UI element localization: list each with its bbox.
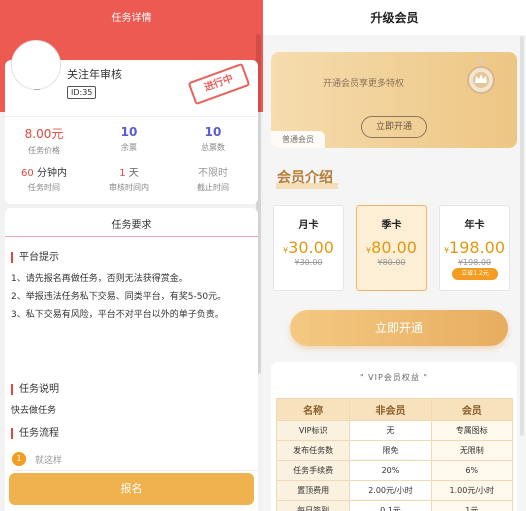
plan-card-quarter[interactable]: 季卡 ¥80.00 ¥80.00 bbox=[356, 205, 427, 291]
plan-price: ¥30.00 bbox=[274, 238, 343, 257]
section-notice-title: 平台提示 bbox=[11, 252, 59, 263]
stat-number: 1 bbox=[119, 168, 126, 179]
notice-line: 1、请先报名再做任务，否则无法获得赏金。 bbox=[11, 274, 188, 284]
step-number-badge: 1 bbox=[12, 452, 26, 466]
save-badge: 立省1.2元 bbox=[452, 268, 498, 280]
plan-original-price: ¥80.00 bbox=[377, 258, 406, 267]
stat-value: 10 bbox=[204, 125, 222, 139]
plan-price: ¥198.00 bbox=[440, 238, 509, 257]
stat-label: 截止时间 bbox=[197, 183, 229, 192]
stat-label: 余票 bbox=[121, 143, 137, 152]
plan-name: 月卡 bbox=[298, 220, 319, 231]
divider bbox=[12, 470, 258, 471]
divider bbox=[5, 116, 258, 117]
benefits-title: " VIP会员权益 " bbox=[359, 373, 429, 382]
stat-total: 10 总票数 bbox=[173, 125, 253, 153]
task-id-badge: ID:35 bbox=[67, 86, 97, 99]
table-cell: 专属图标 bbox=[430, 420, 514, 441]
signup-button[interactable]: 报名 bbox=[9, 473, 254, 505]
page-title: 升级会员 bbox=[370, 11, 419, 25]
section-flow-title: 任务流程 bbox=[11, 428, 59, 439]
plan-original-price: ¥198.00 bbox=[457, 258, 492, 267]
table-cell: 无 bbox=[349, 420, 432, 441]
table-cell: 20% bbox=[349, 460, 432, 481]
stat-value: 不限时 bbox=[198, 168, 228, 179]
plan-price: ¥80.00 bbox=[357, 238, 426, 257]
table-row: 每日签到 0.1元 1元 bbox=[275, 500, 514, 511]
stat-label: 任务时间 bbox=[28, 183, 60, 192]
column-header: 非会员 bbox=[349, 398, 432, 421]
section-desc-title: 任务说明 bbox=[11, 384, 59, 395]
stat-number: 60 bbox=[21, 168, 34, 179]
table-cell: 无限制 bbox=[430, 440, 514, 461]
price-value: 30.00 bbox=[288, 238, 334, 257]
table-cell: 1.00元/小时 bbox=[430, 480, 514, 501]
banner-text: 开通会员享更多特权 bbox=[323, 79, 405, 89]
table-cell: 任务手续费 bbox=[275, 460, 351, 481]
price-value: 198.00 bbox=[449, 238, 506, 257]
plan-name: 季卡 bbox=[381, 220, 402, 231]
stat-label: 总票数 bbox=[201, 143, 225, 152]
stat-value: 60 分钟内 bbox=[4, 164, 84, 179]
stat-review-time: 1 天 审核时间内 bbox=[89, 164, 169, 193]
notice-text: 1、请先报名再做任务，否则无法获得赏金。 2、举报违法任务私下交易、同类平台，有… bbox=[11, 270, 249, 324]
desc-text: 快去做任务 bbox=[11, 406, 57, 416]
stat-unit: 分钟内 bbox=[36, 168, 67, 179]
stat-deadline: 不限时 截止时间 bbox=[173, 164, 253, 193]
plan-original-price: ¥30.00 bbox=[294, 258, 323, 267]
table-cell: 限免 bbox=[349, 440, 432, 461]
stat-price: 8.00元 任务价格 bbox=[4, 125, 84, 156]
notice-line: 3、私下交易有风险，平台不对平台以外的单子负责。 bbox=[11, 310, 224, 320]
table-cell: 2.00元/小时 bbox=[349, 480, 432, 501]
stat-task-time: 60 分钟内 任务时间 bbox=[4, 164, 84, 193]
table-cell: VIP标识 bbox=[275, 420, 351, 441]
table-cell: 0.1元 bbox=[349, 500, 432, 511]
stat-value: 1 天 bbox=[89, 164, 169, 179]
avatar bbox=[11, 40, 61, 90]
table-cell: 置顶费用 bbox=[275, 480, 351, 501]
stat-value: 8.00元 bbox=[24, 127, 64, 141]
table-cell: 1元 bbox=[430, 500, 514, 511]
divider bbox=[5, 236, 258, 237]
notice-line: 2、举报违法任务私下交易、同类平台，有奖5-50元。 bbox=[11, 292, 227, 302]
medal-icon bbox=[467, 58, 495, 94]
stat-unit: 天 bbox=[128, 168, 139, 179]
requirements-title: 任务要求 bbox=[111, 220, 152, 231]
page-title: 任务详情 bbox=[111, 13, 152, 24]
table-row: 任务手续费 20% 6% bbox=[275, 460, 514, 481]
table-row: 置顶费用 2.00元/小时 1.00元/小时 bbox=[275, 480, 514, 501]
stat-label: 任务价格 bbox=[28, 146, 60, 155]
plan-card-month[interactable]: 月卡 ¥30.00 ¥30.00 bbox=[273, 205, 344, 291]
benefits-table: 名称 非会员 会员 VIP标识 无 专属图标 发布任务数 限免 无限制 任务手续… bbox=[275, 398, 514, 511]
table-cell: 发布任务数 bbox=[275, 440, 351, 461]
table-row: 发布任务数 限免 无限制 bbox=[275, 440, 514, 461]
stat-value: 10 bbox=[120, 125, 138, 139]
table-row: VIP标识 无 专属图标 bbox=[275, 420, 514, 441]
price-value: 80.00 bbox=[371, 238, 417, 257]
intro-title: 会员介绍 bbox=[277, 170, 333, 186]
member-level-tag: 普通会员 bbox=[271, 131, 325, 148]
avatar-placeholder-icon bbox=[34, 89, 40, 90]
task-title: 关注年审核 bbox=[67, 68, 122, 81]
banner-open-button[interactable]: 立即开通 bbox=[361, 116, 427, 138]
table-cell: 每日签到 bbox=[275, 500, 351, 511]
stat-remaining: 10 余票 bbox=[89, 125, 169, 153]
column-header: 会员 bbox=[430, 398, 514, 421]
table-cell: 6% bbox=[430, 460, 514, 481]
step-text: 就这样 bbox=[35, 456, 63, 466]
stat-label: 审核时间内 bbox=[109, 183, 149, 192]
open-membership-button[interactable]: 立即开通 bbox=[290, 310, 508, 346]
task-detail-panel: 任务详情 关注年审核 ID:35 进行中 8.00元 任务价格 10 余票 10… bbox=[0, 0, 263, 511]
plan-name: 年卡 bbox=[464, 220, 485, 231]
column-header: 名称 bbox=[275, 398, 351, 421]
table-header-row: 名称 非会员 会员 bbox=[275, 398, 514, 421]
scrollbar[interactable] bbox=[520, 36, 524, 436]
